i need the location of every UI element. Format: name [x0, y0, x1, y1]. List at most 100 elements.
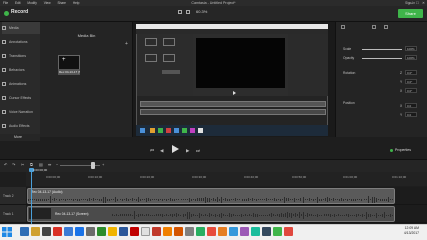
waveform-bar: [113, 199, 114, 200]
audio-properties-icon[interactable]: [372, 25, 376, 29]
position-x-field[interactable]: 0.0: [405, 103, 417, 108]
app-icon[interactable]: [75, 227, 84, 236]
app-icon[interactable]: [251, 227, 260, 236]
waveform-bar: [282, 199, 283, 200]
zoom-slider-thumb[interactable]: [91, 162, 95, 169]
waveform-bar: [205, 214, 206, 216]
waveform-bar: [245, 214, 246, 216]
track-1-label[interactable]: Track 1: [0, 205, 26, 223]
waveform-bar: [180, 214, 181, 216]
app-icon[interactable]: [229, 227, 238, 236]
waveform-bar: [243, 214, 244, 216]
main-toolbar: [0, 6, 427, 22]
ruler-tick: 0:01:00;00: [343, 175, 358, 179]
app-icon[interactable]: [185, 227, 194, 236]
app-icon[interactable]: [64, 227, 73, 236]
system-clock[interactable]: 12:09 AM 4/13/2017: [404, 226, 419, 235]
app-icon[interactable]: [152, 227, 161, 236]
waveform-bar: [248, 198, 249, 201]
ie-icon[interactable]: [20, 227, 29, 236]
waveform-bar: [46, 198, 47, 201]
paste-icon[interactable]: ▤: [39, 162, 43, 167]
rotation-z-field[interactable]: 0.0°: [405, 70, 417, 75]
app-icon[interactable]: [240, 227, 249, 236]
waveform-bar: [195, 198, 196, 201]
record-button[interactable]: Record: [11, 9, 28, 15]
waveform-bar: [280, 198, 281, 201]
copy-icon[interactable]: ⧉: [30, 162, 33, 167]
waveform-bar: [130, 199, 131, 200]
camtasia-icon[interactable]: [273, 227, 282, 236]
waveform-bar: [326, 214, 327, 216]
sidebar-item-annotations[interactable]: Annotations: [2, 36, 40, 48]
store-icon[interactable]: [42, 227, 51, 236]
position-x-label: X: [400, 104, 403, 108]
waveform-bar: [339, 198, 340, 201]
sidebar-item-audio-effects[interactable]: Audio Effects: [2, 120, 40, 132]
waveform-bar: [183, 213, 184, 217]
app-icon[interactable]: [196, 227, 205, 236]
add-media-icon[interactable]: +: [125, 41, 128, 47]
zoom-out-icon[interactable]: −: [56, 162, 58, 167]
app-icon[interactable]: [174, 227, 183, 236]
cut-icon[interactable]: ✂: [21, 162, 24, 167]
undo-icon[interactable]: ↶: [4, 162, 7, 167]
rotation-y-field[interactable]: 0.0°: [405, 79, 417, 84]
app-icon[interactable]: [262, 227, 271, 236]
crop-icon[interactable]: [186, 10, 190, 14]
waveform-bar: [132, 214, 133, 216]
app-icon[interactable]: [141, 227, 150, 236]
app-icon[interactable]: [207, 227, 216, 236]
preview-taskbar-icon: [150, 128, 155, 133]
app-icon[interactable]: [86, 227, 95, 236]
sidebar-item-voice-narration[interactable]: Voice Narration: [2, 106, 40, 118]
next-frame-icon[interactable]: ▶: [186, 148, 189, 154]
record-icon[interactable]: [4, 11, 9, 16]
app-icon[interactable]: [53, 227, 62, 236]
properties-button[interactable]: Properties: [395, 148, 411, 152]
app-icon[interactable]: [130, 227, 139, 236]
waveform-bar: [170, 198, 171, 201]
play-button[interactable]: [172, 145, 179, 153]
waveform-bar: [97, 199, 98, 200]
waveform-bar: [269, 214, 270, 216]
previous-frame-icon[interactable]: ◀: [160, 148, 163, 154]
sidebar-item-transitions[interactable]: Transitions: [2, 50, 40, 62]
zoom-in-icon[interactable]: +: [102, 162, 104, 167]
word-icon[interactable]: [119, 227, 128, 236]
split-icon[interactable]: ⇹: [48, 162, 51, 167]
sidebar-item-behaviors[interactable]: Behaviors: [2, 64, 40, 76]
position-y-field[interactable]: 0.0: [405, 112, 417, 117]
playhead[interactable]: [31, 170, 32, 224]
step-back-icon[interactable]: ⏮: [150, 148, 154, 153]
track-2-label[interactable]: Track 2: [0, 187, 26, 205]
sidebar-item-cursor-effects[interactable]: Cursor Effects: [2, 92, 40, 104]
more-button[interactable]: More: [0, 134, 40, 141]
app-icon[interactable]: [218, 227, 227, 236]
app-icon[interactable]: [284, 227, 293, 236]
step-forward-icon[interactable]: ⏭: [196, 148, 200, 153]
annotation-properties-icon[interactable]: [384, 25, 388, 29]
opacity-field[interactable]: 100%: [405, 55, 417, 60]
visual-properties-icon[interactable]: [341, 25, 345, 29]
sidebar-item-media[interactable]: Media: [2, 22, 40, 34]
waveform-bar: [140, 198, 141, 201]
scale-field[interactable]: 100%: [405, 46, 417, 51]
app-icon[interactable]: [163, 227, 172, 236]
app-icon[interactable]: [108, 227, 117, 236]
share-button[interactable]: Share: [398, 9, 423, 18]
sidebar-item-animations[interactable]: Animations: [2, 78, 40, 90]
file-explorer-icon[interactable]: [31, 227, 40, 236]
rotation-x-field[interactable]: 0.0°: [405, 88, 417, 93]
waveform-bar: [211, 199, 212, 200]
preview-mic-icon: [163, 54, 175, 62]
redo-icon[interactable]: ↷: [12, 162, 15, 167]
app-icon[interactable]: [97, 227, 106, 236]
audio-clip-label: Rec 04-13-17 (Audio): [31, 190, 63, 194]
zoom-select[interactable]: 60.3%: [196, 9, 207, 14]
windows-start-icon[interactable]: [2, 227, 12, 237]
timeline-ruler[interactable]: [26, 172, 427, 186]
waveform-bar: [146, 214, 147, 216]
pan-icon[interactable]: [178, 10, 182, 14]
waveform-bar: [255, 213, 256, 217]
